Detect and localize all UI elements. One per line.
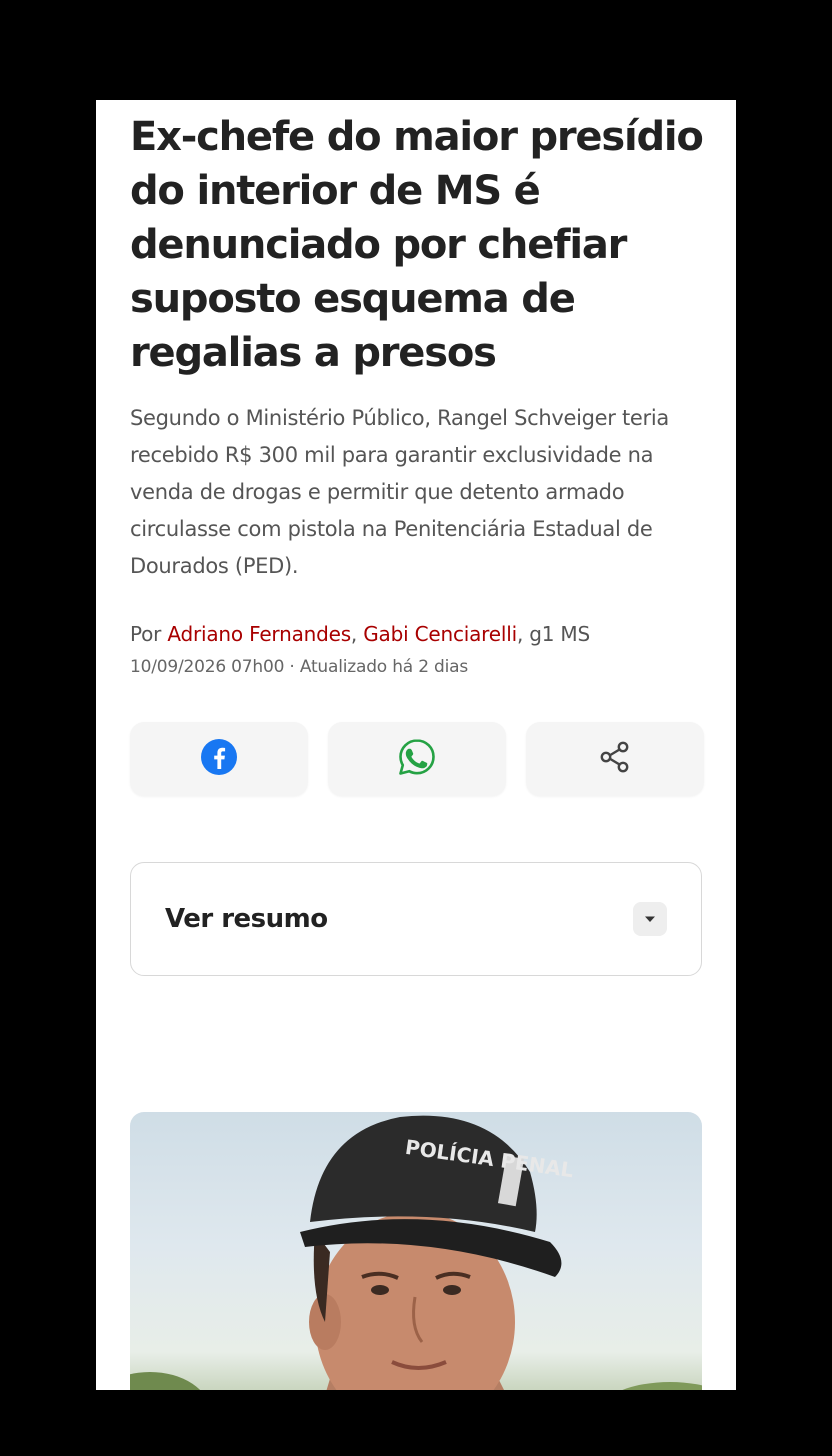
caret-down-icon[interactable]	[633, 902, 667, 936]
photo-illustration: POLÍCIA PENAL	[130, 1115, 702, 1390]
share-icon	[596, 738, 634, 781]
author-link-adriano-fernandes[interactable]: Adriano Fernandes	[167, 622, 351, 646]
byline-prefix: Por	[130, 622, 168, 646]
share-more-button[interactable]	[526, 722, 704, 796]
summary-accordion[interactable]: Ver resumo	[130, 862, 702, 976]
publish-date: 10/09/2026 07h00 · Atualizado há 2 dias	[130, 657, 469, 677]
article-subtitle: Segundo o Ministério Público, Rangel Sch…	[130, 406, 669, 578]
article-content: Ex-chefe do maior presídio do interior d…	[130, 110, 704, 1390]
byline-outlet: , g1 MS	[516, 622, 590, 646]
article-photo: POLÍCIA PENAL	[130, 1112, 702, 1390]
whatsapp-icon	[397, 737, 437, 782]
author-link-gabi-cenciarelli[interactable]: Gabi Cenciarelli	[363, 622, 517, 646]
summary-label: Ver resumo	[165, 904, 328, 934]
facebook-icon	[200, 738, 238, 781]
byline: Por Adriano Fernandes, Gabi Cenciarelli,…	[130, 619, 704, 649]
share-facebook-button[interactable]	[130, 722, 308, 796]
article-headline: Ex-chefe do maior presídio do interior d…	[130, 114, 704, 376]
share-whatsapp-button[interactable]	[328, 722, 506, 796]
article-page: Ex-chefe do maior presídio do interior d…	[96, 100, 736, 1390]
share-bar	[130, 722, 704, 796]
byline-separator: ,	[350, 622, 364, 646]
